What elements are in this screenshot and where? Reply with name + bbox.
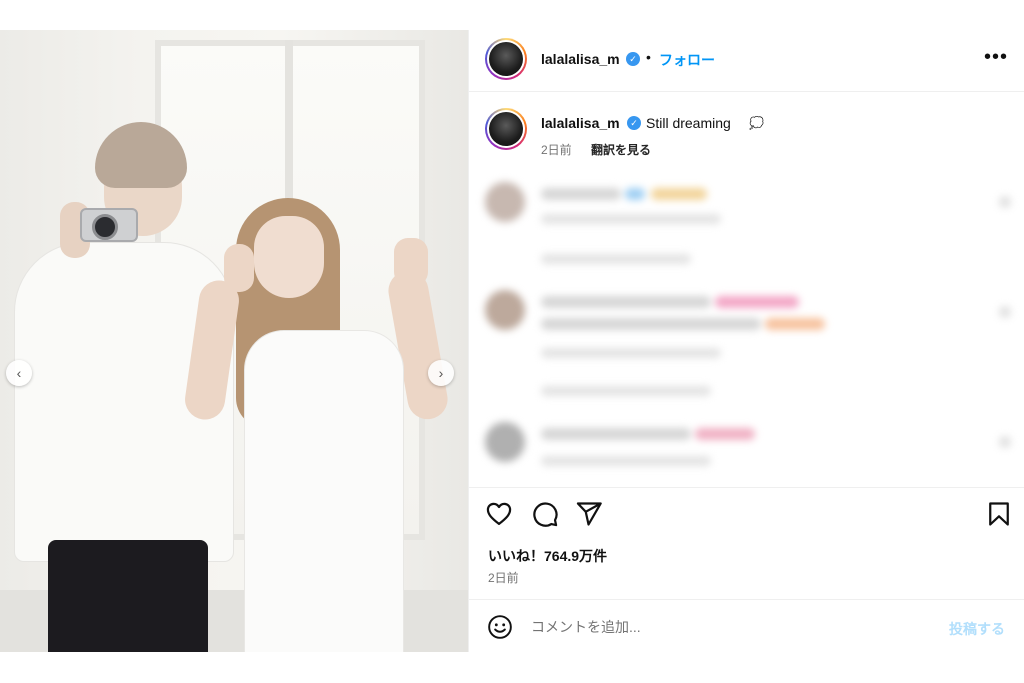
comment-text bbox=[695, 428, 755, 440]
caption-time[interactable]: 2日前 bbox=[541, 141, 572, 158]
comment-like-icon bbox=[999, 196, 1011, 208]
post-comment-button[interactable]: 投稿する bbox=[949, 619, 1005, 639]
comment-text bbox=[651, 188, 707, 200]
peace-sign-right bbox=[394, 238, 428, 286]
comment-icon[interactable] bbox=[531, 500, 559, 528]
more-icon[interactable]: ••• bbox=[984, 47, 1008, 67]
comment-form: 投稿する bbox=[469, 599, 1024, 652]
post-panel: lalalalisa_m ✓ • フォロー ••• lalalalisa_m ✓… bbox=[468, 30, 1024, 652]
comment-replies bbox=[541, 254, 691, 264]
chevron-right-icon: › bbox=[438, 365, 444, 381]
comment-replies bbox=[541, 386, 711, 396]
bookmark-icon[interactable] bbox=[985, 500, 1013, 528]
emoji-icon[interactable] bbox=[487, 614, 513, 640]
action-bar bbox=[469, 487, 1024, 537]
caption-username-link[interactable]: lalalalisa_m bbox=[541, 115, 620, 131]
username-link[interactable]: lalalalisa_m bbox=[541, 51, 620, 67]
comment-like-icon bbox=[999, 436, 1011, 448]
caption-avatar[interactable] bbox=[485, 108, 527, 150]
separator-dot: • bbox=[646, 49, 651, 65]
share-icon[interactable] bbox=[575, 500, 603, 528]
comment-avatar bbox=[485, 182, 525, 222]
verified-badge-icon: ✓ bbox=[627, 116, 641, 130]
heart-icon[interactable] bbox=[485, 500, 513, 528]
post-photo[interactable]: ‹ › bbox=[0, 30, 468, 652]
avatar[interactable] bbox=[485, 38, 527, 80]
translate-button[interactable]: 翻訳を見る bbox=[591, 141, 651, 158]
comment-text bbox=[541, 188, 621, 200]
camera-lens bbox=[92, 214, 118, 240]
comment-text bbox=[541, 428, 691, 440]
carousel-next-button[interactable]: › bbox=[428, 360, 454, 386]
comment-meta bbox=[541, 456, 711, 466]
thought-bubble-emoji: 💭 bbox=[749, 116, 764, 130]
comment-text bbox=[541, 296, 711, 308]
comment-text bbox=[541, 318, 761, 330]
post-header: lalalalisa_m ✓ • フォロー ••• bbox=[469, 30, 1024, 92]
verified-badge-icon: ✓ bbox=[626, 52, 640, 66]
man-pants bbox=[48, 540, 208, 652]
peace-sign-left bbox=[224, 244, 254, 292]
woman-dress bbox=[244, 330, 404, 652]
follow-button[interactable]: フォロー bbox=[659, 50, 715, 70]
comment-meta bbox=[541, 214, 721, 224]
comment-like-icon bbox=[999, 306, 1011, 318]
like-count[interactable]: いいね！764.9万件 bbox=[488, 546, 607, 566]
caption-text: Still dreaming bbox=[646, 115, 731, 131]
comment-text bbox=[765, 318, 825, 330]
avatar-image bbox=[489, 42, 523, 76]
woman-face bbox=[254, 216, 324, 298]
chevron-left-icon: ‹ bbox=[16, 365, 22, 381]
comment-input[interactable] bbox=[531, 614, 931, 640]
comment-text bbox=[625, 188, 645, 200]
avatar-image bbox=[489, 112, 523, 146]
comment-text bbox=[715, 296, 799, 308]
post-timestamp[interactable]: 2日前 bbox=[488, 569, 519, 586]
comment-avatar bbox=[485, 290, 525, 330]
comment-meta bbox=[541, 348, 721, 358]
comment-avatar bbox=[485, 422, 525, 462]
comments-list bbox=[469, 170, 1024, 490]
carousel-prev-button[interactable]: ‹ bbox=[6, 360, 32, 386]
